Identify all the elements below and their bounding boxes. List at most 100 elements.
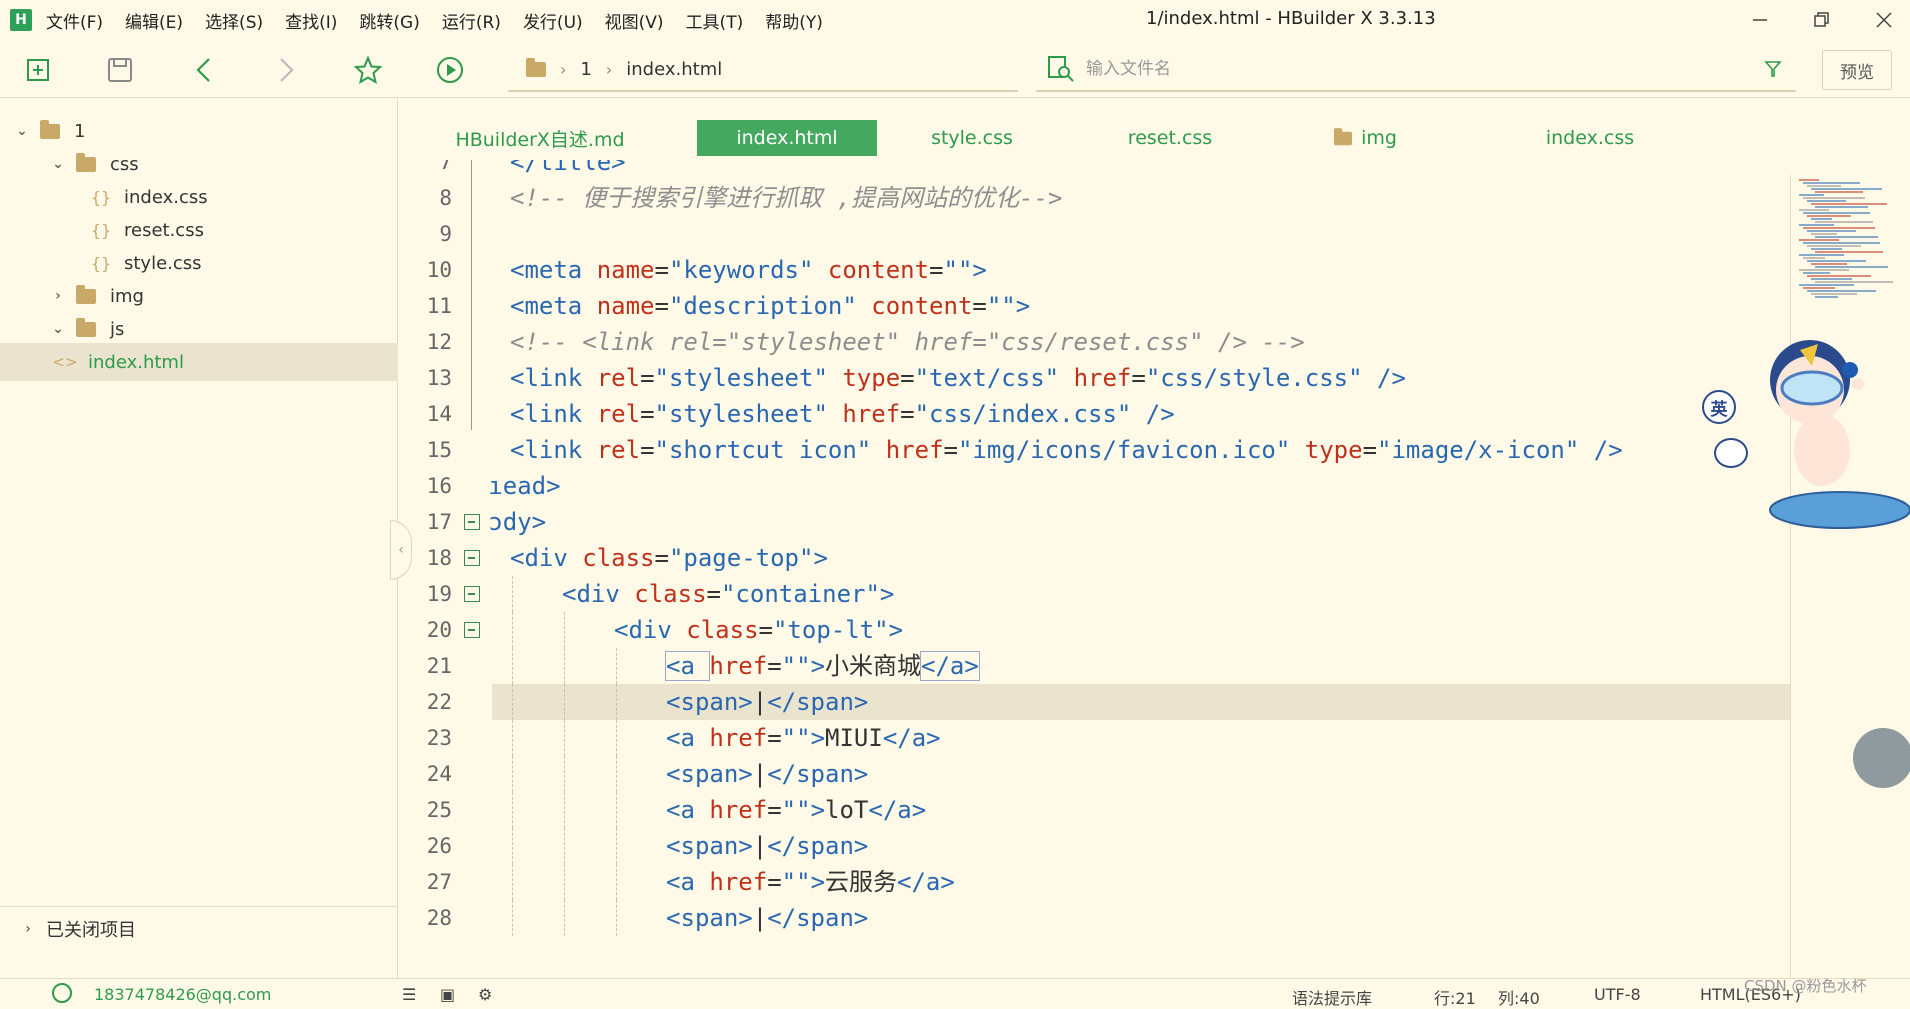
menu-item[interactable]: 工具(T): [686, 8, 744, 33]
menu-item[interactable]: 跳转(G): [359, 8, 419, 33]
code-token: =: [1362, 436, 1378, 464]
tab-index-html[interactable]: index.html: [697, 120, 877, 156]
menu-item[interactable]: 发行(U): [523, 8, 583, 33]
indent-guide: [616, 720, 618, 756]
run-button[interactable]: [430, 50, 470, 90]
favorite-button[interactable]: [348, 50, 388, 90]
tab-img[interactable]: img: [1300, 120, 1430, 156]
ime-badge[interactable]: 英: [1702, 390, 1736, 424]
minimap-line: [1799, 254, 1844, 256]
code-line: <span>|</span>: [666, 900, 868, 936]
tree-item-label: 1: [74, 120, 86, 142]
minimap-line: [1799, 269, 1849, 271]
breadcrumb-item-file[interactable]: index.html: [626, 59, 722, 80]
cursor-line[interactable]: 行:21: [1434, 985, 1476, 1009]
code-token: =: [758, 616, 773, 644]
minimap-line: [1807, 200, 1846, 202]
fold-toggle-icon[interactable]: [464, 622, 480, 638]
code-token: "css/style.css": [1145, 364, 1363, 392]
code-token: "": [943, 256, 973, 284]
tab-reset-css[interactable]: reset.css: [1100, 120, 1240, 156]
code-token: =: [943, 436, 958, 464]
save-icon: [108, 58, 132, 82]
code-token: "": [781, 724, 811, 752]
terminal-icon[interactable]: ▣: [440, 985, 455, 1004]
menu-item[interactable]: 编辑(E): [125, 8, 183, 33]
menu-item[interactable]: 视图(V): [605, 8, 664, 33]
close-button[interactable]: [1864, 4, 1904, 36]
back-button[interactable]: [184, 50, 224, 90]
tab-label: HBuilderX自述.md: [455, 128, 625, 151]
tree-item[interactable]: <> index.html: [0, 343, 398, 381]
code-token: |: [752, 832, 768, 860]
closed-projects[interactable]: › 已关闭项目: [0, 906, 398, 950]
menu-bar: 文件(F) 编辑(E) 选择(S) 查找(I) 跳转(G) 运行(R) 发行(U) 视图(V)…: [46, 8, 845, 33]
chevron-down-icon[interactable]: ⌄: [48, 321, 68, 337]
chevron-right-icon: ›: [25, 920, 31, 937]
filter-icon[interactable]: [1764, 60, 1782, 78]
mascot-image: [1769, 340, 1910, 529]
code-token: "": [781, 868, 811, 896]
list-icon[interactable]: ☰: [402, 985, 416, 1004]
minimap-line: [1807, 290, 1876, 292]
tab-hbuilderx-md[interactable]: HBuilderX自述.md: [440, 120, 640, 156]
code-token: </a>: [868, 796, 927, 824]
minimap-line: [1815, 281, 1893, 283]
css-file-icon: {}: [90, 253, 112, 273]
menu-item[interactable]: 帮助(Y): [765, 8, 823, 33]
code-token: href: [842, 400, 901, 428]
code-token: "shortcut icon": [654, 436, 872, 464]
breadcrumb-item-project[interactable]: 1: [580, 59, 591, 80]
indent-guide: [564, 828, 566, 864]
chevron-right-icon[interactable]: ›: [48, 288, 68, 304]
account-email[interactable]: 1837478426@qq.com: [94, 985, 271, 1004]
line-number: 8: [439, 186, 452, 210]
code-token: <meta: [510, 256, 597, 284]
minimap-line: [1799, 179, 1819, 181]
code-line: <a href="">loT</a>: [666, 792, 926, 828]
indent-guide: [512, 864, 513, 900]
minimap-line: [1807, 185, 1841, 187]
chevron-down-icon[interactable]: ⌄: [48, 156, 68, 172]
menu-item[interactable]: 文件(F): [46, 8, 103, 33]
code-token: <link: [510, 364, 597, 392]
code-line: <div class="page-top">: [510, 540, 828, 576]
cursor-column[interactable]: 列:40: [1498, 985, 1540, 1009]
indent-guide: [564, 792, 566, 828]
code-token: >: [813, 544, 828, 572]
folder-icon: [526, 57, 546, 77]
line-number: 13: [426, 366, 452, 390]
new-file-button[interactable]: [18, 50, 58, 90]
code-token: <meta: [510, 292, 597, 320]
save-button[interactable]: [100, 50, 140, 90]
code-token: "page-top": [668, 544, 814, 572]
minimap-line: [1807, 275, 1871, 277]
tab-style-css[interactable]: style.css: [902, 120, 1042, 156]
minimap[interactable]: [1790, 175, 1910, 985]
preview-button[interactable]: 预览: [1822, 50, 1892, 90]
line-number: 22: [426, 690, 452, 714]
restore-button[interactable]: [1802, 4, 1842, 36]
minimize-button[interactable]: [1740, 4, 1780, 36]
encoding[interactable]: UTF-8: [1594, 985, 1641, 1004]
code-editor[interactable]: 7 8 9 10 11 12 13 14 15 16 17 18 19 20 21 22 23 24 25 26 27 2…: [400, 160, 1790, 980]
menu-item[interactable]: 选择(S): [205, 8, 263, 33]
fold-toggle-icon[interactable]: [464, 550, 480, 566]
menu-item[interactable]: 运行(R): [442, 8, 501, 33]
chevron-down-icon[interactable]: ⌄: [12, 123, 32, 139]
code-token: >: [972, 256, 987, 284]
fold-toggle-icon[interactable]: [464, 586, 480, 602]
fold-toggle-icon[interactable]: [464, 514, 480, 530]
code-token: "": [781, 796, 811, 824]
indent-guide: [512, 720, 513, 756]
forward-button[interactable]: [266, 50, 306, 90]
floating-assistant-button[interactable]: [1853, 728, 1910, 788]
tab-index-css[interactable]: index.css: [1530, 120, 1650, 156]
file-search-input[interactable]: [1086, 59, 1764, 79]
plugin-icon[interactable]: ⚙: [478, 985, 492, 1004]
menu-item[interactable]: 查找(I): [285, 8, 337, 33]
syntax-library[interactable]: 语法提示库: [1292, 985, 1372, 1009]
minimap-line: [1807, 230, 1856, 232]
